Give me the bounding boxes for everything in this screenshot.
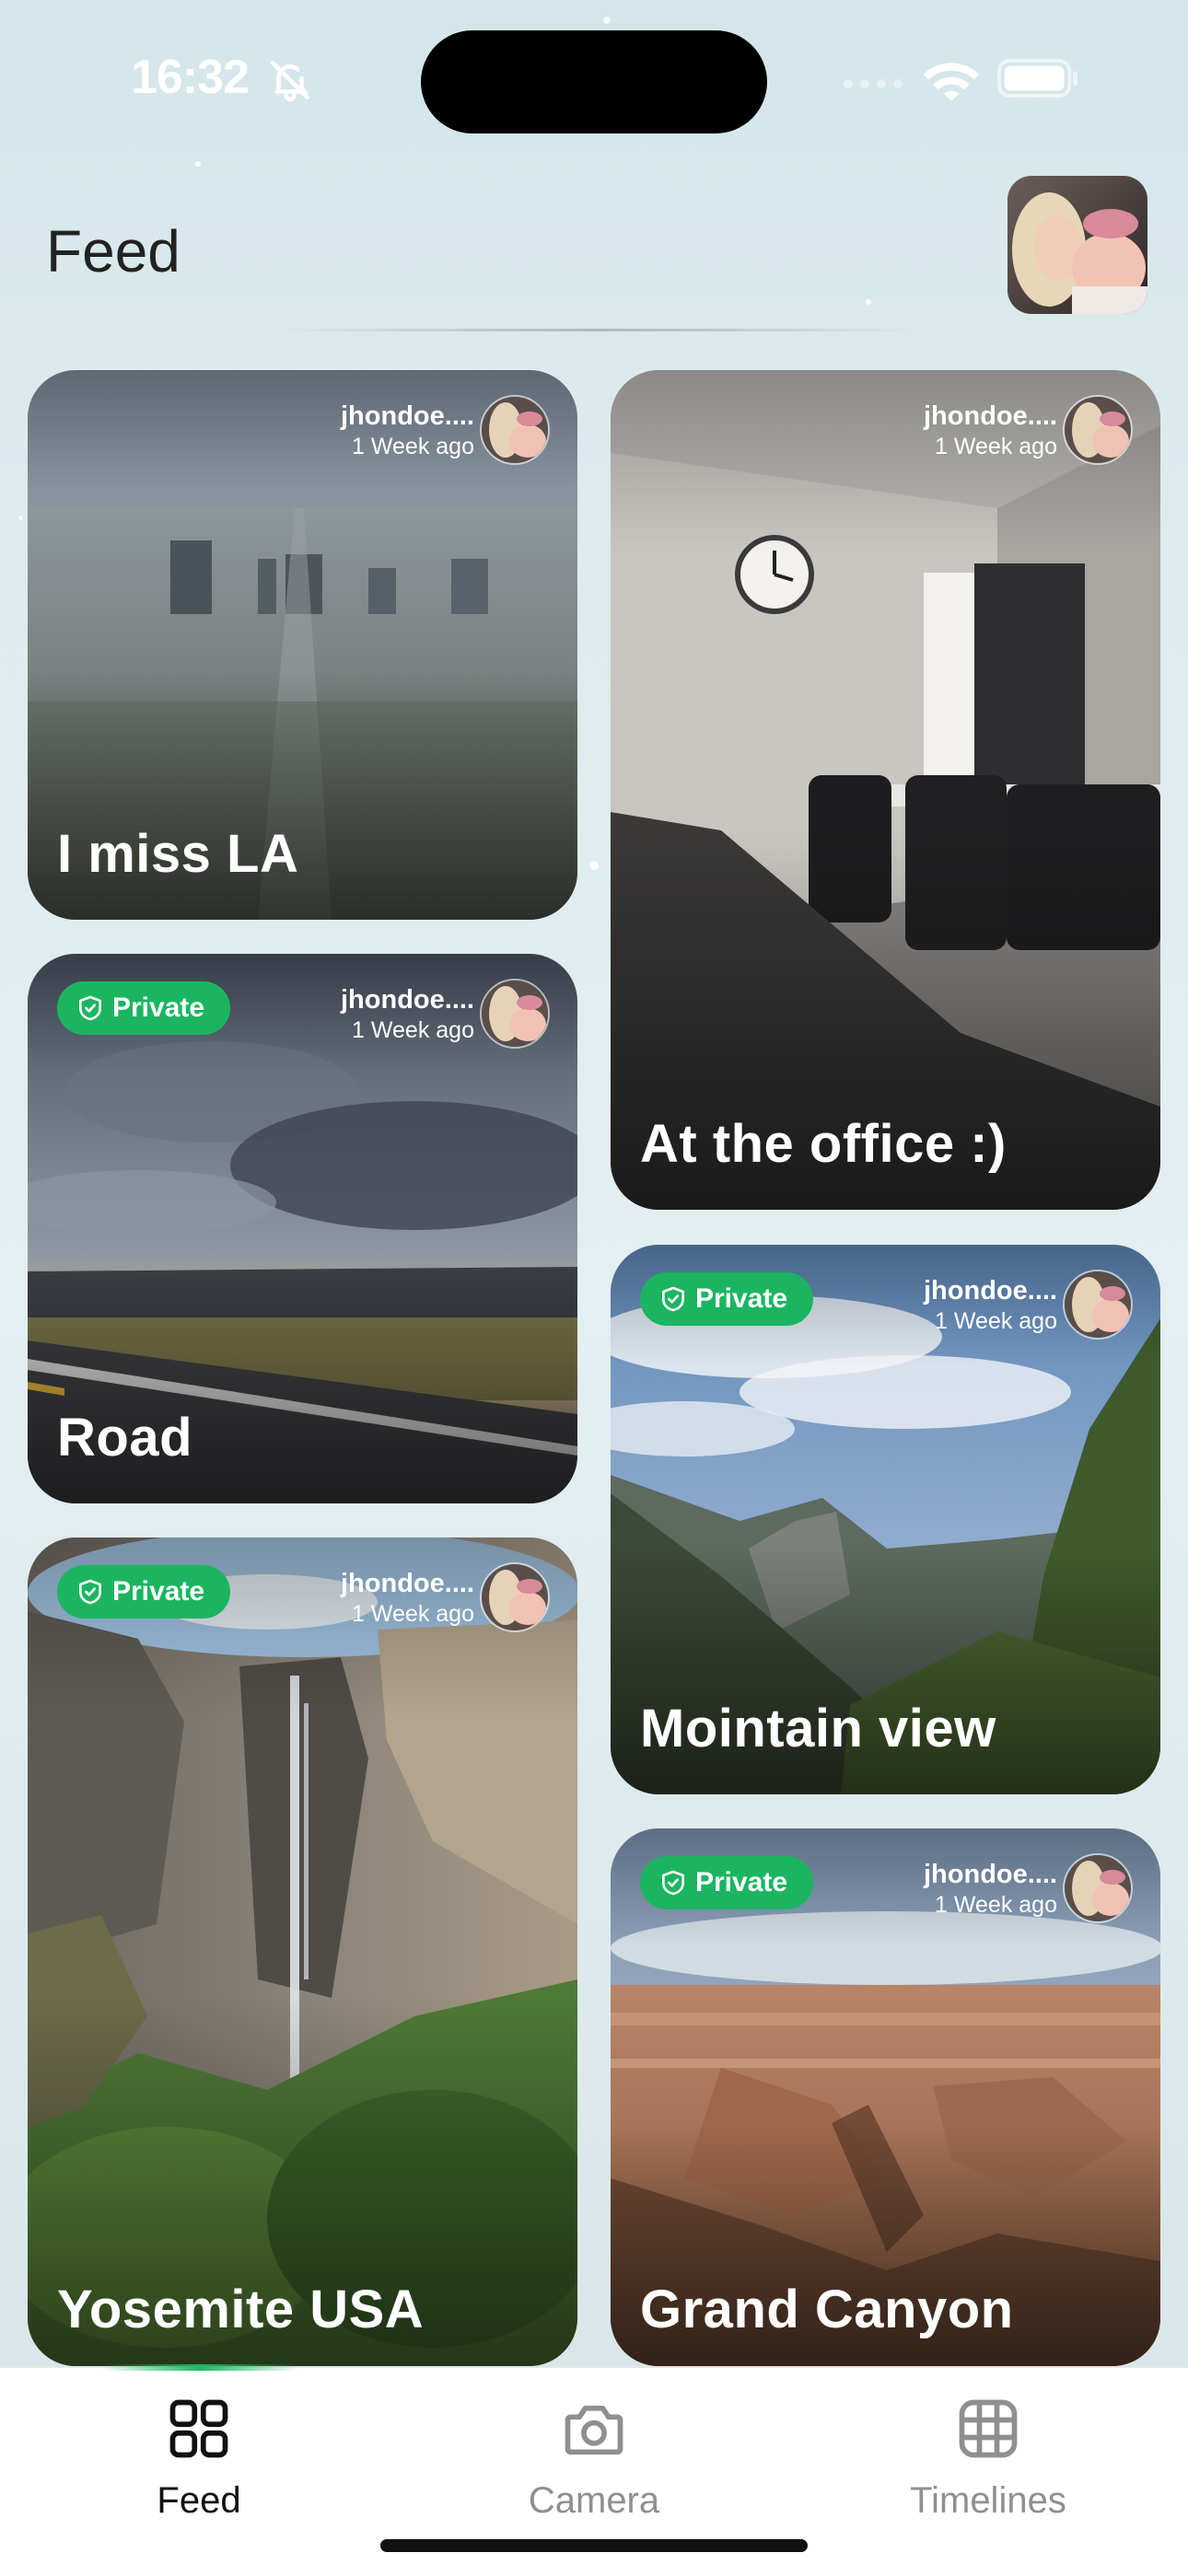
camera-icon — [565, 2405, 623, 2455]
status-bar: 16:32 — [0, 0, 1188, 157]
film-grid-icon — [959, 2399, 1018, 2458]
private-badge: Private — [640, 1856, 814, 1909]
battery-icon — [997, 59, 1077, 98]
card-author: jhondoe.... 1 Week ago — [341, 1569, 474, 1627]
author-avatar[interactable] — [480, 395, 550, 465]
card-author: jhondoe.... 1 Week ago — [341, 985, 474, 1043]
cellular-signal-icon — [844, 79, 903, 88]
bell-muted-icon — [270, 60, 310, 102]
active-tab-indicator — [101, 2364, 299, 2371]
status-time: 16:32 — [131, 51, 250, 104]
card-title: Road — [57, 1408, 192, 1468]
dynamic-island — [421, 30, 767, 133]
private-badge: Private — [640, 1272, 814, 1326]
card-title: Mointain view — [640, 1699, 996, 1758]
home-indicator[interactable] — [380, 2539, 808, 2552]
shield-check-icon — [79, 1579, 101, 1605]
author-avatar[interactable] — [480, 1562, 550, 1632]
private-badge: Private — [57, 1565, 231, 1619]
tab-feed[interactable]: Feed — [61, 2394, 337, 2522]
feed-card[interactable]: Private jhondoe.... 1 Week ago Road — [28, 954, 577, 1503]
card-title: At the office :) — [640, 1114, 1007, 1174]
shield-check-icon — [662, 1870, 684, 1896]
feed-card[interactable]: jhondoe.... 1 Week ago At the office :) — [611, 370, 1160, 1210]
card-title: Yosemite USA — [57, 2280, 425, 2339]
shield-check-icon — [662, 1286, 684, 1312]
author-avatar[interactable] — [1063, 1853, 1133, 1923]
private-badge: Private — [57, 981, 231, 1035]
author-avatar[interactable] — [1063, 1270, 1133, 1340]
wifi-icon — [923, 63, 980, 101]
card-title: Grand Canyon — [640, 2280, 1014, 2339]
card-author: jhondoe.... 1 Week ago — [341, 401, 474, 459]
feed-card[interactable]: jhondoe.... 1 Week ago I miss LA — [28, 370, 577, 920]
author-avatar[interactable] — [1063, 395, 1133, 465]
header-divider — [276, 329, 921, 331]
card-author: jhondoe.... 1 Week ago — [924, 1860, 1057, 1918]
card-author: jhondoe.... 1 Week ago — [924, 1276, 1057, 1334]
card-author: jhondoe.... 1 Week ago — [924, 401, 1057, 459]
page-title: Feed — [46, 218, 181, 284]
author-avatar[interactable] — [480, 979, 550, 1049]
grid-icon — [169, 2399, 228, 2458]
tab-timelines[interactable]: Timelines — [850, 2394, 1126, 2522]
feed-card[interactable]: Private jhondoe.... 1 Week ago Mointain … — [611, 1245, 1160, 1794]
feed-card[interactable]: Private jhondoe.... 1 Week ago Grand Can… — [611, 1828, 1160, 2366]
card-title: I miss LA — [57, 824, 299, 884]
feed-card[interactable]: Private jhondoe.... 1 Week ago Yosemite … — [28, 1537, 577, 2366]
tab-camera[interactable]: Camera — [456, 2394, 732, 2522]
shield-check-icon — [79, 995, 101, 1021]
profile-avatar-button[interactable] — [1007, 176, 1147, 314]
